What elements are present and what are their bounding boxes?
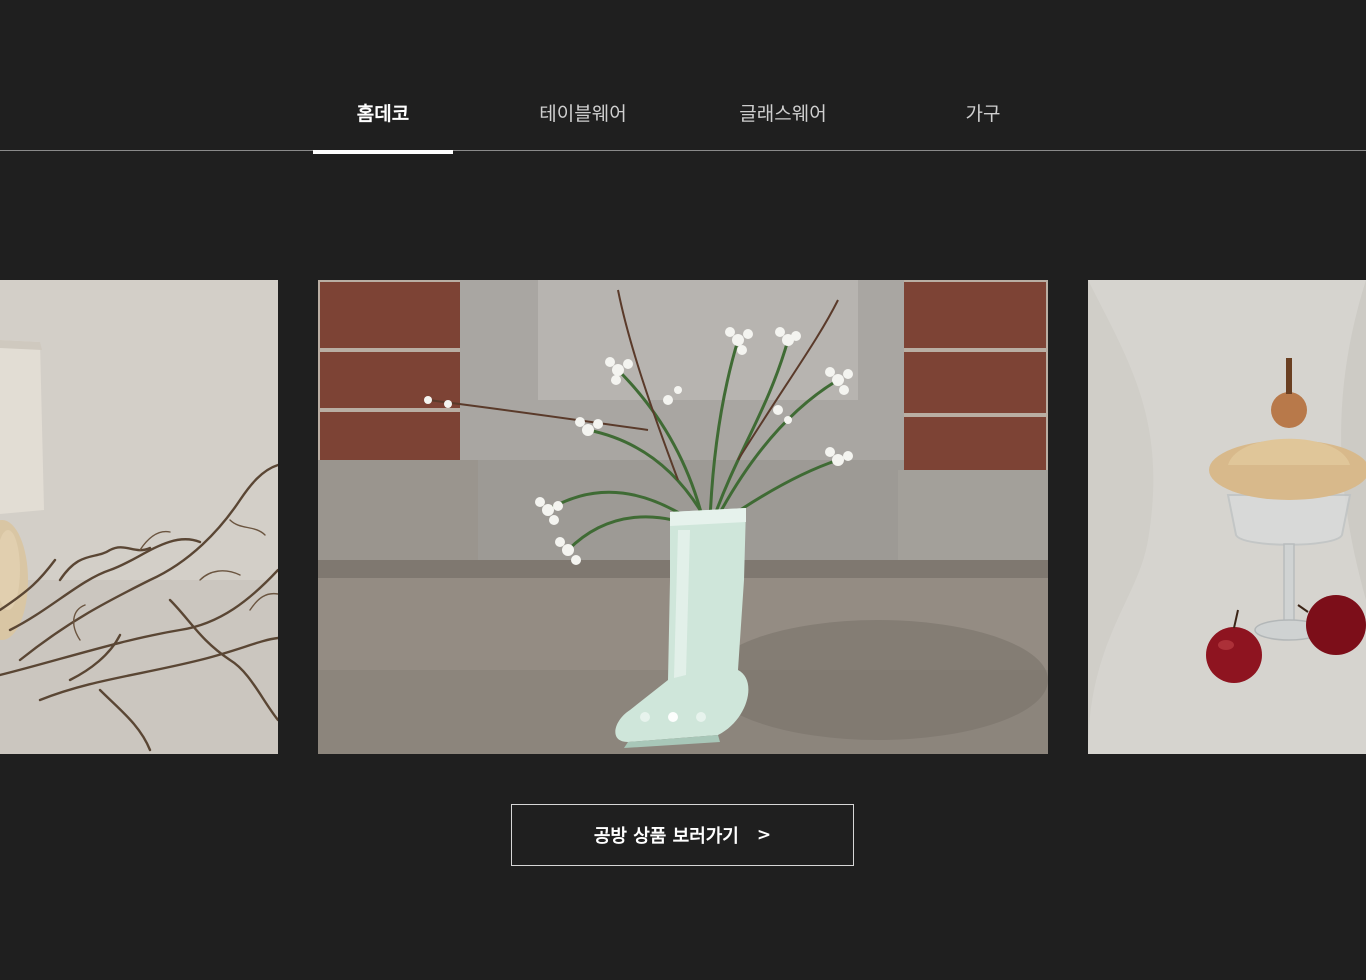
product-carousel[interactable] xyxy=(0,280,1366,754)
tab-homedeco[interactable]: 홈데코 xyxy=(313,74,453,154)
category-tab-bar: 홈데코 테이블웨어 글래스웨어 가구 xyxy=(0,0,1366,154)
boot-vase-image xyxy=(318,280,1048,754)
pagination-dot-1[interactable] xyxy=(640,712,650,722)
pagination-dot-3[interactable] xyxy=(696,712,706,722)
tab-furniture[interactable]: 가구 xyxy=(913,74,1053,152)
pagination-dot-2[interactable] xyxy=(668,712,678,722)
carousel-slide-prev[interactable] xyxy=(0,280,278,754)
carousel-slide-current[interactable] xyxy=(318,280,1048,754)
glass-apples-image xyxy=(1088,280,1366,754)
tab-tableware[interactable]: 테이블웨어 xyxy=(513,74,653,152)
view-workshop-products-button[interactable]: 공방 상품 보러가기 > xyxy=(511,804,854,866)
carousel-pagination xyxy=(640,712,706,722)
lamp-branches-image xyxy=(0,280,278,754)
cta-label: 공방 상품 보러가기 xyxy=(593,826,739,847)
chevron-right-icon: > xyxy=(756,825,772,845)
carousel-slide-next[interactable] xyxy=(1088,280,1366,754)
tab-glassware[interactable]: 글래스웨어 xyxy=(713,74,853,152)
